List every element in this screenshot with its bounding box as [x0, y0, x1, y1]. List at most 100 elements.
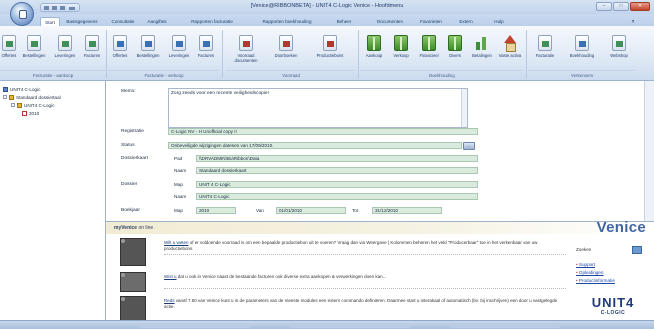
ribbon-button-betalingen[interactable]: Betalingen	[466, 35, 498, 68]
ribbon-tabs: Start Basisgegevens Consultatie Aangifte…	[0, 14, 654, 26]
tip-link-3[interactable]: Reds	[164, 298, 175, 303]
application-menu-button[interactable]	[10, 2, 34, 26]
search-label[interactable]: Zoeken	[576, 246, 636, 254]
search-button[interactable]	[632, 246, 642, 254]
tab-hulp[interactable]: Hulp	[490, 17, 508, 26]
tot-field[interactable]: 31/12/2010	[372, 207, 442, 214]
ribbon-button-facturatie-verkenner[interactable]: Facturatie	[528, 35, 562, 68]
link-opleidingen[interactable]: Opleidingen	[576, 270, 604, 275]
tab-favorieten[interactable]: Favorieten	[414, 17, 448, 26]
ribbon-button-leveringen-aankoop[interactable]: Leveringen	[50, 35, 80, 68]
pad-field[interactable]: \\DRVADMIN\Bu\Ribbon\Data	[196, 155, 478, 162]
journal-book-icon	[422, 35, 436, 51]
status-bar	[0, 320, 654, 329]
link-support[interactable]: Support	[576, 262, 595, 267]
ribbon-button-vaste-activa[interactable]: Vaste activa	[498, 35, 522, 68]
tot-label: Tot	[352, 208, 359, 213]
memo-field[interactable]: Zorg zeeds voor een recente veiligheidsc…	[168, 88, 468, 128]
ribbon-button-leveringen-verkoop[interactable]: Leveringen	[164, 35, 194, 68]
book-icon	[22, 111, 27, 116]
status-details-button[interactable]: ...	[463, 142, 475, 150]
dossier-naam-field[interactable]: UNIT4 C-Logic	[196, 193, 478, 200]
ribbon-button-facturen-aankoop[interactable]: Facturen	[80, 35, 104, 68]
tab-rapporten-boekhouding[interactable]: Rapporten boekhouding	[250, 17, 324, 26]
ribbon-button-voorraad-documenten[interactable]: Voorraad documenten	[226, 35, 266, 68]
ribbon-button-offertes-aankoop[interactable]: Offertes	[0, 35, 18, 68]
tab-documenten[interactable]: Documenten	[372, 17, 408, 26]
tree-node-root[interactable]: UNIT4 C-Logic	[3, 87, 40, 92]
document-icon	[612, 35, 626, 51]
ribbon-group-label: Facturatie - aankoop	[0, 70, 106, 79]
status-segment	[450, 323, 560, 328]
tree-node-folder[interactable]: Standaard dossiertaal	[3, 95, 61, 100]
ribbon: Offertes Bestellingen Leveringen Facture…	[0, 26, 654, 81]
link-productinformatie[interactable]: Productinformatie	[576, 278, 615, 283]
ribbon-button-divers[interactable]: Divers	[444, 35, 466, 68]
status-segment	[290, 323, 410, 328]
group-separator	[526, 30, 527, 78]
boekjaar-map-field[interactable]: 2010	[196, 207, 236, 214]
boekjaar-map-label: Map	[174, 208, 183, 213]
help-icon[interactable]: ?	[628, 17, 638, 26]
tab-beheer[interactable]: Beheer	[332, 17, 356, 26]
tab-extern[interactable]: Extern	[456, 17, 476, 26]
ribbon-button-verkoop[interactable]: Verkoop	[388, 35, 414, 68]
tree-node-year[interactable]: 2010	[22, 111, 39, 116]
product-photo	[120, 238, 146, 266]
document-icon	[538, 35, 552, 51]
ribbon-button-bestellingen-verkoop[interactable]: Bestellingen	[132, 35, 164, 68]
ribbon-button-doorboeken[interactable]: Doorboeken	[266, 35, 306, 68]
tab-start[interactable]: Start	[40, 17, 60, 26]
tree-node-dossier[interactable]: UNIT4 C-Logic	[11, 103, 54, 108]
status-field[interactable]: Onbeveiligde wijzigingen datesen van 17/…	[168, 142, 462, 149]
tab-rapporten-facturatie[interactable]: Rapporten facturatie	[180, 17, 244, 26]
group-separator	[106, 30, 107, 78]
ribbon-button-productiebons[interactable]: Productiebons	[306, 35, 354, 68]
naam-field[interactable]: Standaard dossierkaart	[196, 167, 478, 174]
online-title: myVenice on line	[114, 225, 154, 231]
van-field[interactable]: 01/01/2010	[276, 207, 346, 214]
ribbon-button-bestellingen-aankoop[interactable]: Bestellingen	[18, 35, 50, 68]
ribbon-group-label: Facturatie - verkoop	[108, 70, 220, 79]
app-orb-icon	[19, 10, 27, 19]
journal-book-icon	[394, 35, 408, 51]
journal-book-icon	[448, 35, 462, 51]
journal-book-icon	[367, 35, 381, 51]
window-title: [Venice@RIBBONBETA] - UNIT4 C-Logic Veni…	[250, 3, 404, 9]
memo-label: Memo:	[121, 89, 136, 94]
ribbon-button-facturen-verkoop[interactable]: Facturen	[194, 35, 218, 68]
myvenice-online-panel: myVenice on line Venice Wilt u weten of …	[106, 219, 654, 329]
ribbon-group-label: Verkenners	[528, 70, 636, 79]
ribbon-button-financieel[interactable]: Financieel	[414, 35, 444, 68]
dossierkaart-label: Dossierkaart	[121, 156, 148, 161]
van-label: Van	[256, 208, 264, 213]
tab-consultatie[interactable]: Consultatie	[106, 17, 140, 26]
dossier-tree: UNIT4 C-Logic Standaard dossiertaal UNIT…	[0, 81, 106, 329]
tip-link-1[interactable]: Wilt u weten	[164, 240, 189, 245]
registratie-field[interactable]: C-Logic NV - H Unofficial copy !!	[168, 128, 478, 135]
close-button[interactable]: ✕	[630, 2, 650, 11]
minimize-button[interactable]: –	[596, 2, 612, 11]
memo-scrollbar[interactable]	[461, 89, 467, 127]
details-scrollbar[interactable]	[644, 81, 654, 221]
document-icon	[113, 35, 127, 51]
folder-icon	[9, 95, 14, 100]
dossier-details: Memo: Zorg zeeds voor een recente veilig…	[106, 81, 654, 221]
document-icon	[575, 35, 589, 51]
online-sidebar: Zoeken Support Opleidingen Productinform…	[576, 240, 646, 328]
document-icon	[239, 35, 253, 51]
map-field[interactable]: UNIT 4 C-Logic	[196, 181, 478, 188]
main-area: UNIT4 C-Logic Standaard dossiertaal UNIT…	[0, 81, 654, 329]
separator	[164, 254, 566, 255]
tab-aangiftes[interactable]: Aangiftes	[142, 17, 172, 26]
ribbon-button-aankoop[interactable]: Aankoop	[360, 35, 388, 68]
expand-icon[interactable]	[3, 95, 7, 99]
expand-icon[interactable]	[11, 103, 15, 107]
maximize-button[interactable]: □	[613, 2, 629, 11]
ribbon-button-boekhouding-verkenner[interactable]: Boekhouding	[562, 35, 602, 68]
tip-link-2[interactable]: Wist u	[164, 274, 177, 279]
tab-basisgegevens[interactable]: Basisgegevens	[62, 17, 102, 26]
ribbon-button-offertes-verkoop[interactable]: Offertes	[108, 35, 132, 68]
ribbon-button-webshop[interactable]: Webshop	[602, 35, 636, 68]
unit4-logo: UNIT4 C-LOGIC	[591, 295, 635, 317]
